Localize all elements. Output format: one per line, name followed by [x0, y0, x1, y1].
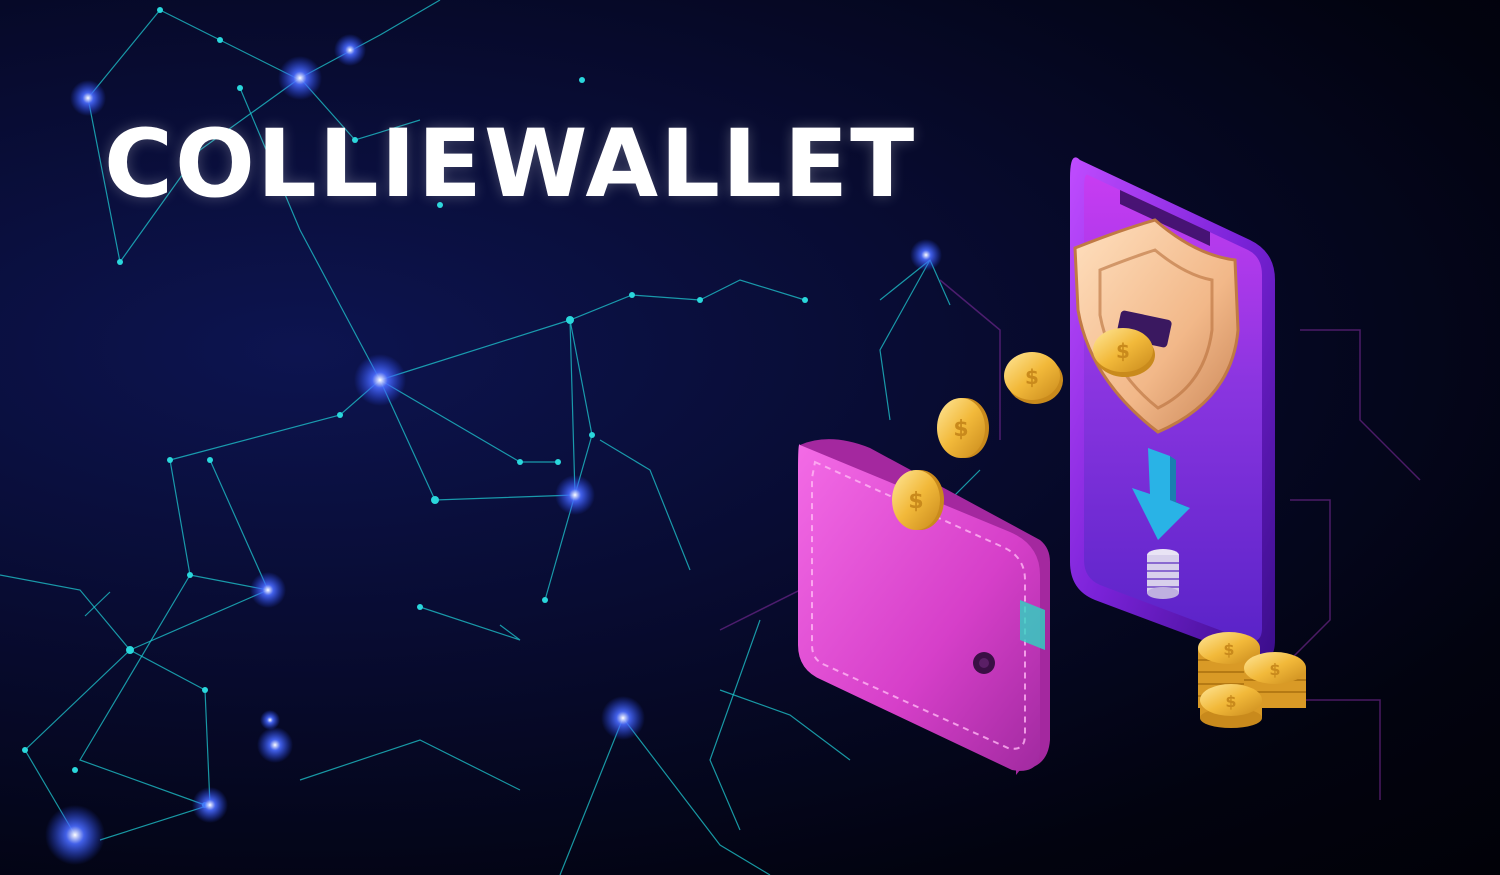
coin-stack-icon [1147, 549, 1179, 599]
coin-stacks: $ $ $ [1198, 632, 1306, 728]
svg-text:$: $ [1223, 640, 1234, 659]
svg-text:$: $ [1225, 692, 1236, 711]
svg-text:$: $ [908, 489, 923, 514]
svg-text:$: $ [1269, 660, 1280, 679]
coin-icon: $ [937, 398, 989, 458]
brand-title: COLLIEWALLET [104, 110, 917, 219]
coin-stack: $ [1200, 684, 1262, 728]
svg-text:$: $ [953, 417, 968, 442]
coin-icon: $ [892, 470, 944, 530]
svg-text:$: $ [1116, 339, 1130, 363]
svg-text:$: $ [1025, 365, 1039, 389]
coin-icon: $ [1004, 352, 1063, 404]
